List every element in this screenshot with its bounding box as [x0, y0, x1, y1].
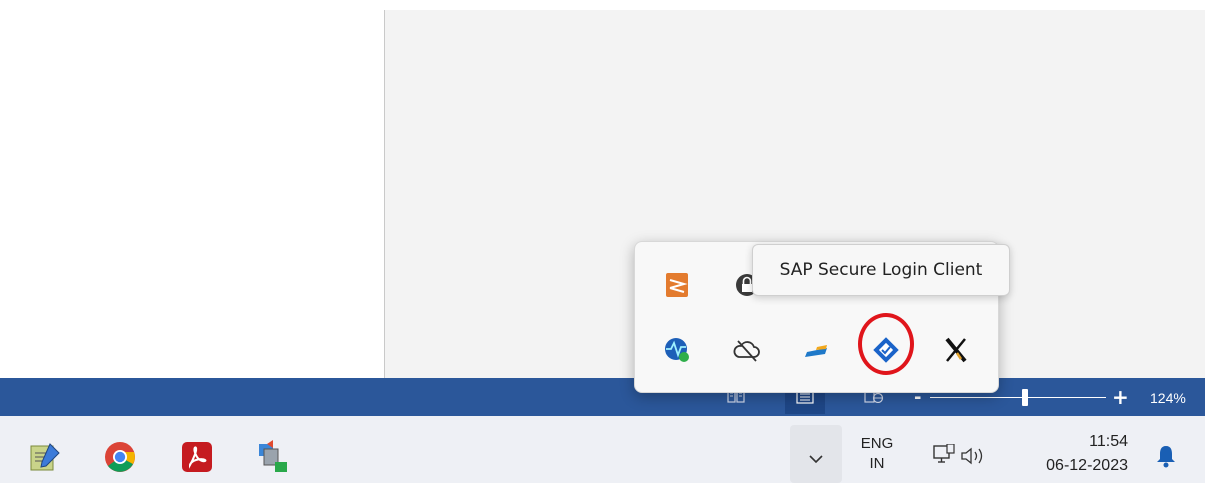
- sap-gui-icon[interactable]: [800, 333, 834, 367]
- clock-date[interactable]: 06-12-2023: [1030, 457, 1128, 475]
- zoom-slider-thumb[interactable]: [1022, 389, 1028, 406]
- highlight-annotation-circle: [858, 313, 914, 375]
- volume-icon[interactable]: [960, 446, 990, 466]
- network-icon[interactable]: [933, 443, 957, 466]
- zoom-in-button[interactable]: +: [1112, 386, 1129, 408]
- network-transfer-icon[interactable]: [255, 440, 289, 474]
- tray-icon-tooltip: SAP Secure Login Client: [752, 244, 1010, 296]
- acrobat-icon[interactable]: [180, 440, 214, 474]
- clock-time[interactable]: 11:54: [1060, 433, 1128, 451]
- zoom-level[interactable]: 124%: [1150, 388, 1186, 408]
- notepad-edit-icon[interactable]: [28, 440, 62, 474]
- language-region: IN: [869, 455, 885, 472]
- input-language-indicator[interactable]: ENG IN: [856, 434, 898, 474]
- language-code: ENG: [860, 435, 894, 452]
- cloud-offline-icon[interactable]: [730, 333, 764, 367]
- network-monitor-icon[interactable]: [660, 333, 694, 367]
- show-hidden-icons-button[interactable]: [790, 425, 842, 483]
- zoom-slider[interactable]: [930, 397, 1106, 398]
- notifications-bell-icon[interactable]: [1155, 444, 1177, 468]
- sublime-text-icon[interactable]: [660, 268, 694, 302]
- x-app-icon[interactable]: [939, 333, 973, 367]
- chrome-icon[interactable]: [103, 440, 137, 474]
